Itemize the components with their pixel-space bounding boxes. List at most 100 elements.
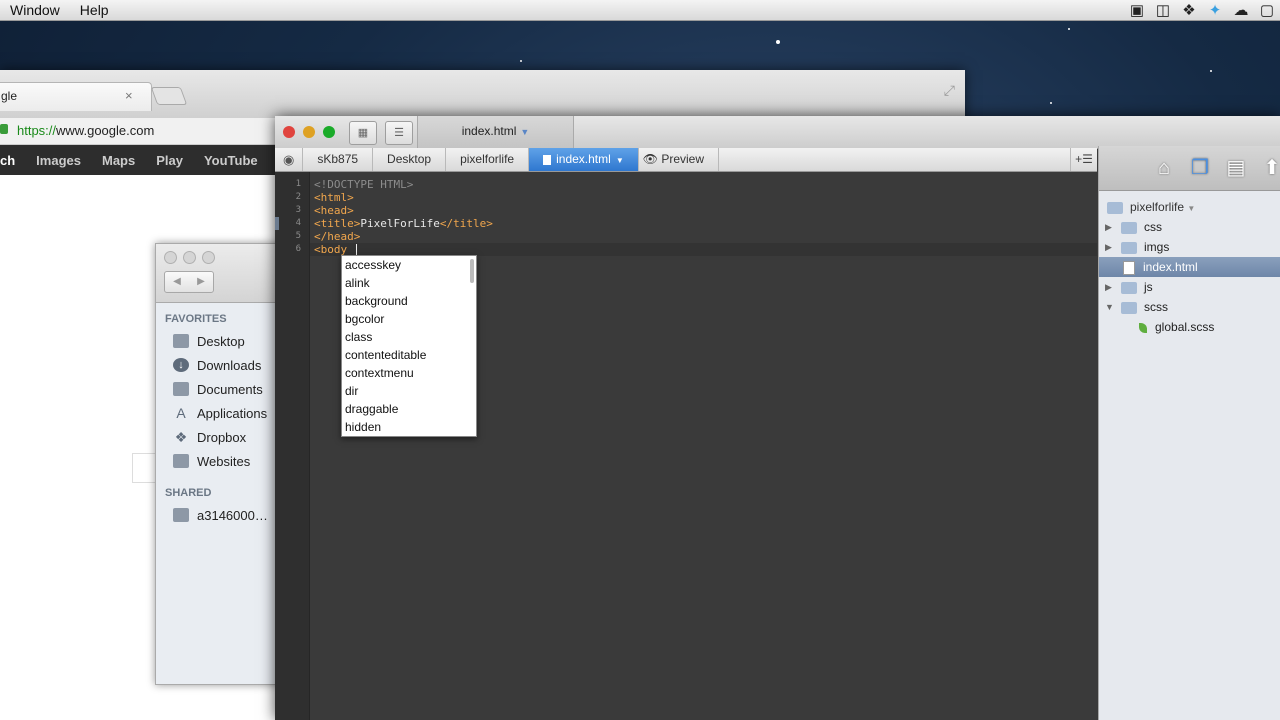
line-number: 5: [295, 231, 301, 241]
sidebar-toggle-icon[interactable]: ▦: [349, 121, 377, 145]
autocomplete-item[interactable]: contenteditable: [342, 346, 476, 364]
tree-item-imgs[interactable]: ▶ imgs: [1099, 237, 1280, 257]
crumb-desktop[interactable]: Desktop: [373, 148, 447, 171]
star: [776, 40, 780, 44]
code-token: PixelForLife: [360, 217, 440, 230]
video-icon[interactable]: ▣: [1128, 1, 1146, 19]
tree-item-label: scss: [1144, 300, 1168, 314]
code-line: <!DOCTYPE HTML>: [314, 178, 414, 191]
autocomplete-item[interactable]: hidden: [342, 418, 476, 436]
autocomplete-item[interactable]: draggable: [342, 400, 476, 418]
split-view-icon[interactable]: ☰: [385, 121, 413, 145]
back-forward-buttons: ◀ ▶: [164, 271, 214, 293]
tree-item-css[interactable]: ▶ css: [1099, 217, 1280, 237]
close-button[interactable]: [283, 126, 295, 138]
tree-item-js[interactable]: ▶ js: [1099, 277, 1280, 297]
computer-icon: [173, 508, 189, 522]
sidebar-item-websites[interactable]: Websites: [156, 449, 286, 473]
applications-icon: A: [176, 405, 186, 421]
close-tab-icon[interactable]: ×: [125, 88, 133, 103]
line-gutter: 1 2 3 4 5 6: [275, 172, 310, 720]
google-nav-search[interactable]: ch: [0, 153, 15, 168]
folder-icon: [1121, 221, 1137, 234]
sidebar-item-dropbox[interactable]: ❖ Dropbox: [156, 425, 286, 449]
finder-titlebar: ◀ ▶: [156, 244, 286, 303]
url-scheme: https://: [17, 123, 57, 138]
home-icon[interactable]: ⌂: [1149, 154, 1179, 182]
close-button[interactable]: [164, 251, 177, 264]
zoom-button[interactable]: [202, 251, 215, 264]
add-pane-icon[interactable]: +☰: [1070, 148, 1097, 171]
code-token: </title>: [439, 217, 493, 230]
disclosure-icon[interactable]: ▶: [1105, 217, 1112, 237]
autocomplete-item[interactable]: contextmenu: [342, 364, 476, 382]
google-nav-images[interactable]: Images: [36, 153, 81, 168]
new-tab-button[interactable]: [150, 87, 188, 105]
tree-item-scss[interactable]: ▼ scss: [1099, 297, 1280, 317]
google-nav-youtube[interactable]: YouTube: [204, 153, 258, 168]
disclosure-icon[interactable]: ▶: [1105, 237, 1112, 257]
zoom-button[interactable]: [323, 126, 335, 138]
autocomplete-item[interactable]: bgcolor: [342, 310, 476, 328]
menu-window[interactable]: Window: [10, 2, 60, 18]
tree-item-label: index.html: [1143, 260, 1198, 274]
code-line: <title>PixelForLife</title>: [310, 217, 1097, 230]
photo-icon[interactable]: ◫: [1154, 1, 1172, 19]
sidebar-item-applications[interactable]: A Applications: [156, 401, 286, 425]
project-root[interactable]: pixelforlife ▼: [1099, 197, 1280, 217]
scrollbar[interactable]: [470, 259, 474, 283]
sidebar-item-documents[interactable]: Documents: [156, 377, 286, 401]
fullscreen-icon[interactable]: ⤢: [944, 82, 955, 99]
menu-extras: ▣ ◫ ❖ ✦ ☁ ▢: [1128, 0, 1280, 20]
preview-button[interactable]: 👁 Preview: [639, 148, 719, 171]
browser-tabbar: gle × ⤢: [0, 70, 965, 118]
line-number: 6: [295, 244, 301, 254]
preview-label: Preview: [661, 152, 704, 166]
cloud-icon[interactable]: ☁: [1232, 1, 1250, 19]
sidebar-item-desktop[interactable]: Desktop: [156, 329, 286, 353]
tab-index-html[interactable]: index.html ▼: [417, 116, 574, 148]
autocomplete-item[interactable]: accesskey: [342, 256, 476, 274]
forward-icon[interactable]: ▶: [189, 272, 213, 292]
sidebar-item-downloads[interactable]: ↓ Downloads: [156, 353, 286, 377]
sidebar-item-shared-computer[interactable]: a3146000…: [156, 503, 286, 527]
dropbox-icon[interactable]: ❖: [1180, 1, 1198, 19]
browser-tab[interactable]: gle ×: [0, 82, 152, 111]
crumb-project[interactable]: pixelforlife: [446, 148, 530, 171]
crumb-active-file[interactable]: index.html ▼: [529, 148, 639, 171]
sidebar-item-label: Websites: [197, 453, 251, 469]
files-icon[interactable]: ❐: [1185, 154, 1215, 182]
google-nav-maps[interactable]: Maps: [102, 153, 135, 168]
minimize-button[interactable]: [303, 126, 315, 138]
star: [520, 60, 522, 62]
minimize-button[interactable]: [183, 251, 196, 264]
sidebar-item-label: a3146000…: [197, 507, 268, 523]
file-icon: [543, 154, 552, 165]
upload-icon[interactable]: ⬆: [1257, 154, 1280, 182]
tree-item-label: global.scss: [1155, 320, 1215, 334]
disclosure-open-icon[interactable]: ▼: [1105, 297, 1114, 317]
project-root-label: pixelforlife: [1130, 200, 1185, 214]
disclosure-icon[interactable]: ▶: [1105, 277, 1112, 297]
folder-icon: [1121, 241, 1137, 254]
autocomplete-item[interactable]: dir: [342, 382, 476, 400]
autocomplete-item[interactable]: alink: [342, 274, 476, 292]
downloads-icon: ↓: [173, 358, 189, 372]
editor-titlebar: ▦ ☰ index.html ▼: [275, 116, 1280, 149]
code-line: <head>: [314, 204, 354, 217]
sidebar-item-label: Desktop: [197, 333, 245, 349]
url-text[interactable]: https://www.google.com: [17, 123, 154, 138]
autocomplete-item[interactable]: background: [342, 292, 476, 310]
autocomplete-item[interactable]: class: [342, 328, 476, 346]
google-nav-play[interactable]: Play: [156, 153, 183, 168]
home-crumb-icon[interactable]: ◉: [275, 148, 304, 171]
tree-item-index-html[interactable]: index.html: [1099, 257, 1280, 277]
crumb-user[interactable]: sKb875: [303, 148, 374, 171]
project-panel: ⌂ ❐ ▤ ⬆ pixelforlife ▼ ▶ css ▶ imgs index.…: [1098, 146, 1280, 720]
twitter-icon[interactable]: ✦: [1206, 1, 1224, 19]
menu-help[interactable]: Help: [80, 2, 109, 18]
tree-item-global-scss[interactable]: global.scss: [1099, 317, 1280, 337]
outline-icon[interactable]: ▤: [1221, 154, 1251, 182]
screen-icon[interactable]: ▢: [1258, 1, 1276, 19]
back-icon[interactable]: ◀: [165, 272, 189, 292]
